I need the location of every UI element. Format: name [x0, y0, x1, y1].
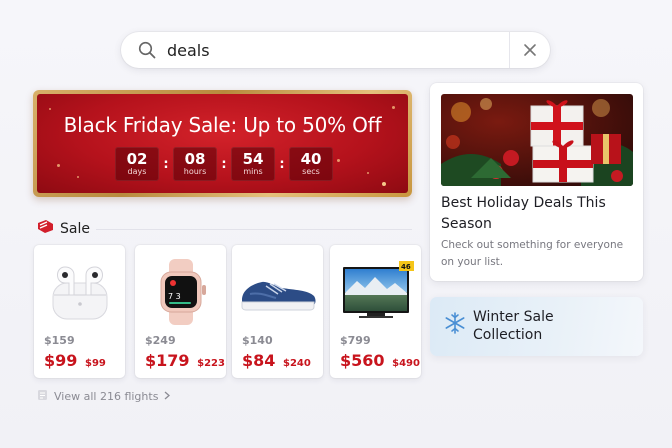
- view-all-label: View all 216 flights: [54, 390, 159, 403]
- countdown-secs: 40 secs: [289, 147, 333, 181]
- winter-sale-card[interactable]: Winter Sale Collection: [430, 297, 643, 356]
- countdown-mins: 54 mins: [231, 147, 275, 181]
- winter-sale-title: Winter Sale Collection: [473, 309, 554, 343]
- countdown-separator: :: [163, 156, 169, 172]
- holiday-deals-description: Check out something for everyone on your…: [441, 239, 624, 268]
- sale-price: $560 $490: [340, 351, 420, 370]
- original-price: $159: [44, 334, 75, 347]
- was-price: $99: [84, 358, 106, 369]
- original-price: $140: [242, 334, 273, 347]
- smartwatch-icon: 7 3: [135, 253, 226, 331]
- chevron-right-icon: [164, 390, 171, 403]
- search-icon: [129, 32, 165, 68]
- countdown-separator: :: [221, 156, 227, 172]
- holiday-deals-card[interactable]: Best Holiday Deals This Season Check out…: [430, 83, 643, 281]
- banner-title: Black Friday Sale: Up to 50% Off: [63, 113, 382, 137]
- sale-price: $99 $99: [44, 351, 106, 370]
- svg-text:7 3: 7 3: [168, 292, 181, 301]
- product-card-television[interactable]: 46 $799 $560 $490: [330, 245, 421, 378]
- close-icon[interactable]: [510, 32, 550, 68]
- holiday-gifts-image: [441, 94, 633, 186]
- search-input[interactable]: deals: [165, 41, 509, 60]
- was-price: $223: [197, 358, 225, 369]
- original-price: $249: [145, 334, 176, 347]
- product-card-earbuds[interactable]: $159 $99 $99: [34, 245, 125, 378]
- countdown-days: 02 days: [115, 147, 159, 181]
- earbuds-icon: [34, 253, 125, 331]
- sale-tag-icon: [37, 219, 54, 238]
- banner-background: Black Friday Sale: Up to 50% Off 02 days…: [37, 94, 408, 193]
- sale-section-header: Sale: [37, 219, 90, 238]
- holiday-deals-title: Best Holiday Deals This Season: [441, 195, 606, 232]
- sneaker-icon: [232, 253, 323, 331]
- countdown-separator: :: [279, 156, 285, 172]
- document-icon: [37, 389, 48, 404]
- sale-price: $179 $223: [145, 351, 225, 370]
- was-price: $490: [392, 358, 420, 369]
- product-card-sneaker[interactable]: $140 $84 $240: [232, 245, 323, 378]
- svg-text:46: 46: [401, 263, 411, 271]
- original-price: $799: [340, 334, 371, 347]
- was-price: $240: [282, 358, 311, 369]
- product-card-smartwatch[interactable]: 7 3 $249 $179 $223: [135, 245, 226, 378]
- sale-heading: Sale: [60, 220, 90, 237]
- countdown-timer: 02 days : 08 hours : 54 mins : 40 secs: [115, 147, 333, 181]
- view-all-link[interactable]: View all 216 flights: [37, 389, 171, 404]
- sale-price: $84 $240: [242, 351, 311, 370]
- snowflake-icon: [443, 311, 467, 335]
- sale-divider: [96, 229, 412, 230]
- search-bar[interactable]: deals: [121, 32, 550, 68]
- television-icon: 46: [330, 253, 421, 331]
- countdown-hours: 08 hours: [173, 147, 217, 181]
- black-friday-banner[interactable]: Black Friday Sale: Up to 50% Off 02 days…: [33, 90, 412, 197]
